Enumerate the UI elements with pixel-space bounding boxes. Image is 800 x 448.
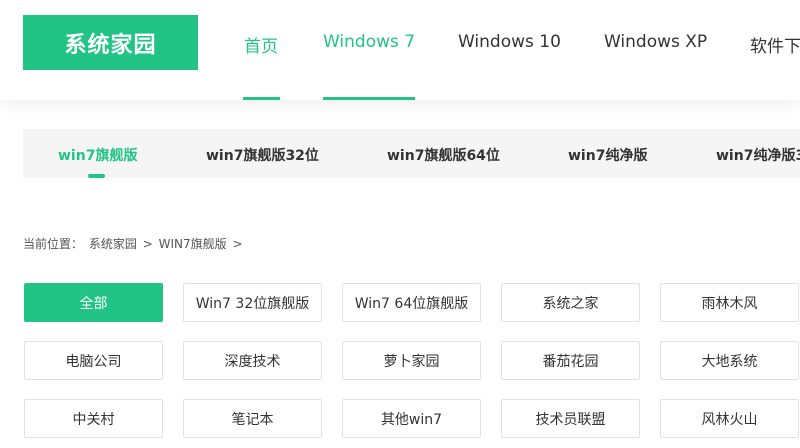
subnav-item-win7-pure-2[interactable]: win7纯净版3 <box>716 145 800 165</box>
filter-button[interactable]: 风林火山 <box>660 399 799 438</box>
nav-item-windows7[interactable]: Windows 7 <box>323 32 415 52</box>
breadcrumb: 当前位置： 系统家园 > WIN7旗舰版 > <box>23 235 245 252</box>
nav-item-software[interactable]: 软件下 <box>750 32 800 57</box>
filter-button[interactable]: 其他win7 <box>342 399 481 438</box>
subnav-item-win7-ultimate-32[interactable]: win7旗舰版32位 <box>206 145 319 165</box>
filter-button[interactable]: 萝卜家园 <box>342 341 481 380</box>
filter-button[interactable]: 技术员联盟 <box>501 399 640 438</box>
site-header: 系统家园 首页 Windows 7 Windows 10 Windows XP … <box>0 0 800 100</box>
filter-button[interactable]: Win7 32位旗舰版 <box>183 283 322 322</box>
subnav-active-indicator <box>88 174 105 178</box>
filter-button[interactable]: 大地系统 <box>660 341 799 380</box>
filter-button[interactable]: 电脑公司 <box>24 341 163 380</box>
breadcrumb-prefix: 当前位置： <box>23 237 84 251</box>
nav-item-home[interactable]: 首页 <box>244 32 278 57</box>
breadcrumb-separator: > <box>142 237 153 251</box>
filter-button[interactable]: 笔记本 <box>183 399 322 438</box>
nav-active-underline-windows7 <box>323 97 415 100</box>
filter-button[interactable]: 深度技术 <box>183 341 322 380</box>
breadcrumb-item-win7-ultimate[interactable]: WIN7旗舰版 <box>159 237 227 251</box>
site-logo[interactable]: 系统家园 <box>23 15 198 70</box>
nav-active-underline-home <box>243 97 280 100</box>
subnav-item-win7-ultimate-64[interactable]: win7旗舰版64位 <box>387 145 500 165</box>
sub-navigation: win7旗舰版 win7旗舰版32位 win7旗舰版64位 win7纯净版 wi… <box>23 129 800 178</box>
nav-item-windows10[interactable]: Windows 10 <box>458 32 561 52</box>
filter-button[interactable]: 中关村 <box>24 399 163 438</box>
nav-item-windowsxp[interactable]: Windows XP <box>604 32 707 52</box>
breadcrumb-separator: > <box>232 237 243 251</box>
filter-button-all[interactable]: 全部 <box>24 283 163 322</box>
filter-button[interactable]: 雨林木风 <box>660 283 799 322</box>
breadcrumb-item-home[interactable]: 系统家园 <box>89 237 137 251</box>
filter-button[interactable]: Win7 64位旗舰版 <box>342 283 481 322</box>
subnav-item-win7-ultimate[interactable]: win7旗舰版 <box>58 145 137 165</box>
subnav-item-win7-pure[interactable]: win7纯净版 <box>568 145 647 165</box>
filter-button[interactable]: 系统之家 <box>501 283 640 322</box>
filter-button[interactable]: 番茄花园 <box>501 341 640 380</box>
